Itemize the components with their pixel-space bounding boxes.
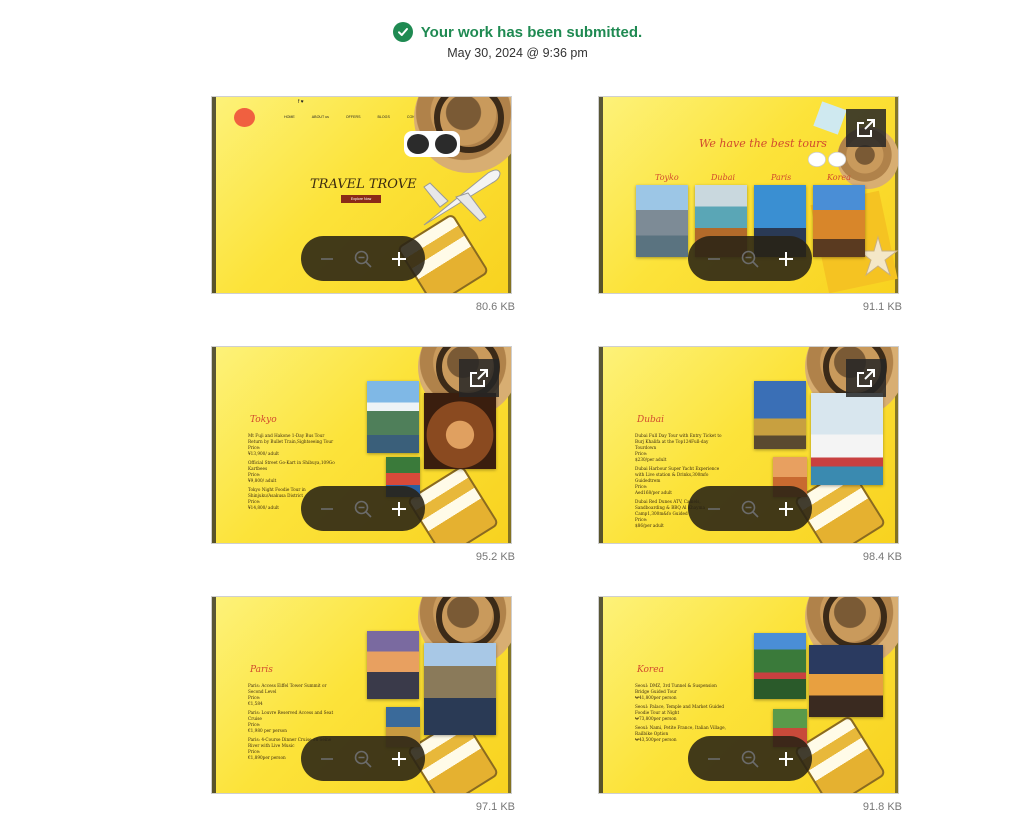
nav-home: HOME bbox=[284, 115, 295, 119]
zoom-out-button[interactable] bbox=[314, 246, 340, 272]
zoom-out-button[interactable] bbox=[314, 496, 340, 522]
zoom-controls bbox=[688, 736, 812, 781]
food-photo bbox=[424, 393, 496, 469]
zoom-in-button[interactable] bbox=[773, 746, 799, 772]
minus-icon bbox=[708, 757, 720, 760]
magnifier-minus-icon bbox=[741, 500, 759, 518]
tokyo-photo bbox=[636, 185, 688, 257]
minus-icon bbox=[321, 257, 333, 260]
logo-circle bbox=[234, 108, 255, 127]
magnifier-minus-icon bbox=[741, 250, 759, 268]
city-title-preview: Dubai bbox=[637, 415, 665, 425]
tour-list-preview: Seoul: DMZ, 3rd Tunnel & Suspension Brid… bbox=[635, 683, 726, 742]
zoom-controls bbox=[301, 486, 425, 531]
yacht-photo bbox=[811, 393, 883, 485]
status-message: Your work has been submitted. bbox=[420, 23, 643, 41]
plus-icon bbox=[392, 501, 406, 516]
plus-icon bbox=[392, 751, 406, 766]
plus-icon bbox=[779, 501, 793, 516]
burj-khalifa-photo bbox=[754, 381, 806, 449]
zoom-in-button[interactable] bbox=[773, 246, 799, 272]
file-size-label: 97.1 KB bbox=[475, 801, 515, 813]
zoom-out-button[interactable] bbox=[314, 746, 340, 772]
zoom-controls bbox=[688, 236, 812, 281]
sunglasses-image bbox=[404, 131, 460, 157]
eiffel-tower-photo bbox=[367, 631, 419, 699]
zoom-reset-button[interactable] bbox=[350, 246, 376, 272]
nav-bar: HOME ABOUT us OFFERS BLOGS CONTACT bbox=[284, 115, 424, 119]
zoom-out-button[interactable] bbox=[701, 746, 727, 772]
magnifier-minus-icon bbox=[354, 750, 372, 768]
airplane-image bbox=[423, 169, 501, 226]
korea-photo bbox=[813, 185, 865, 257]
mt-fuji-photo bbox=[367, 381, 419, 453]
minus-icon bbox=[321, 757, 333, 760]
open-in-new-button[interactable] bbox=[846, 109, 886, 147]
zoom-in-button[interactable] bbox=[386, 246, 412, 272]
zoom-reset-button[interactable] bbox=[737, 746, 763, 772]
zoom-reset-button[interactable] bbox=[737, 246, 763, 272]
zoom-out-button[interactable] bbox=[701, 496, 727, 522]
zoom-out-button[interactable] bbox=[701, 246, 727, 272]
city-title-preview: Tokyo bbox=[250, 415, 277, 425]
zoom-reset-button[interactable] bbox=[350, 746, 376, 772]
external-link-icon bbox=[470, 369, 488, 387]
zoom-in-button[interactable] bbox=[386, 746, 412, 772]
zoom-in-button[interactable] bbox=[386, 496, 412, 522]
status-banner: Your work has been submitted. May 30, 20… bbox=[0, 22, 1035, 60]
file-size-label: 80.6 KB bbox=[475, 301, 515, 313]
magnifier-minus-icon bbox=[354, 250, 372, 268]
screenshot-thumbnail-paris[interactable]: Paris Paris: Access Eiffel Tower Summit … bbox=[211, 596, 512, 794]
tour-label: Dubai bbox=[711, 173, 736, 182]
screenshot-thumbnail-tours[interactable]: We have the best tours Toyko Dubai Paris… bbox=[598, 96, 899, 294]
section-title-preview: We have the best tours bbox=[699, 137, 827, 150]
screenshot-thumbnail-korea[interactable]: Korea Seoul: DMZ, 3rd Tunnel & Suspensio… bbox=[598, 596, 899, 794]
zoom-in-button[interactable] bbox=[773, 496, 799, 522]
file-size-label: 98.4 KB bbox=[862, 551, 902, 563]
city-title-preview: Paris bbox=[250, 665, 273, 675]
file-size-label: 91.8 KB bbox=[862, 801, 902, 813]
explore-button-preview: Explore Now bbox=[341, 195, 381, 203]
open-in-new-button[interactable] bbox=[846, 359, 886, 397]
open-in-new-button[interactable] bbox=[459, 359, 499, 397]
magnifier-minus-icon bbox=[741, 750, 759, 768]
notre-dame-photo bbox=[424, 643, 496, 735]
palace-photo bbox=[809, 645, 883, 717]
site-title-preview: TRAVEL TROVE bbox=[310, 177, 417, 192]
nav-blogs: BLOGS bbox=[377, 115, 390, 119]
check-circle-icon bbox=[392, 22, 413, 42]
nav-offers: OFFERS bbox=[345, 115, 361, 119]
screenshot-thumbnail-tokyo[interactable]: Tokyo Mt Fuji and Hakone 1-Day Bus Tour … bbox=[211, 346, 512, 544]
minus-icon bbox=[321, 507, 333, 510]
screenshot-thumbnail-home[interactable]: f ♥ HOME ABOUT us OFFERS BLOGS CONTACT S… bbox=[211, 96, 512, 294]
zoom-controls bbox=[301, 236, 425, 281]
city-title-preview: Korea bbox=[637, 665, 664, 675]
tour-label: Paris bbox=[771, 173, 792, 182]
external-link-icon bbox=[857, 119, 875, 137]
nav-about: ABOUT us bbox=[311, 115, 329, 119]
zoom-reset-button[interactable] bbox=[350, 496, 376, 522]
screenshot-thumbnail-dubai[interactable]: Dubai Dubai Full Day Tour with Entry Tic… bbox=[598, 346, 899, 544]
file-size-label: 91.1 KB bbox=[862, 301, 902, 313]
zoom-reset-button[interactable] bbox=[737, 496, 763, 522]
minus-icon bbox=[708, 507, 720, 510]
minus-icon bbox=[708, 257, 720, 260]
magnifier-minus-icon bbox=[354, 500, 372, 518]
file-size-label: 95.2 KB bbox=[475, 551, 515, 563]
tour-label: Toyko bbox=[655, 173, 679, 182]
external-link-icon bbox=[857, 369, 875, 387]
status-line: Your work has been submitted. bbox=[392, 22, 643, 42]
plus-icon bbox=[779, 251, 793, 266]
plus-icon bbox=[779, 751, 793, 766]
plus-icon bbox=[392, 251, 406, 266]
zoom-controls bbox=[688, 486, 812, 531]
status-date: May 30, 2024 @ 9:36 pm bbox=[447, 46, 588, 60]
zoom-controls bbox=[301, 736, 425, 781]
tour-label: Korea bbox=[827, 173, 851, 182]
suspension-bridge-photo bbox=[754, 633, 806, 699]
social-icons: f ♥ bbox=[298, 99, 304, 105]
